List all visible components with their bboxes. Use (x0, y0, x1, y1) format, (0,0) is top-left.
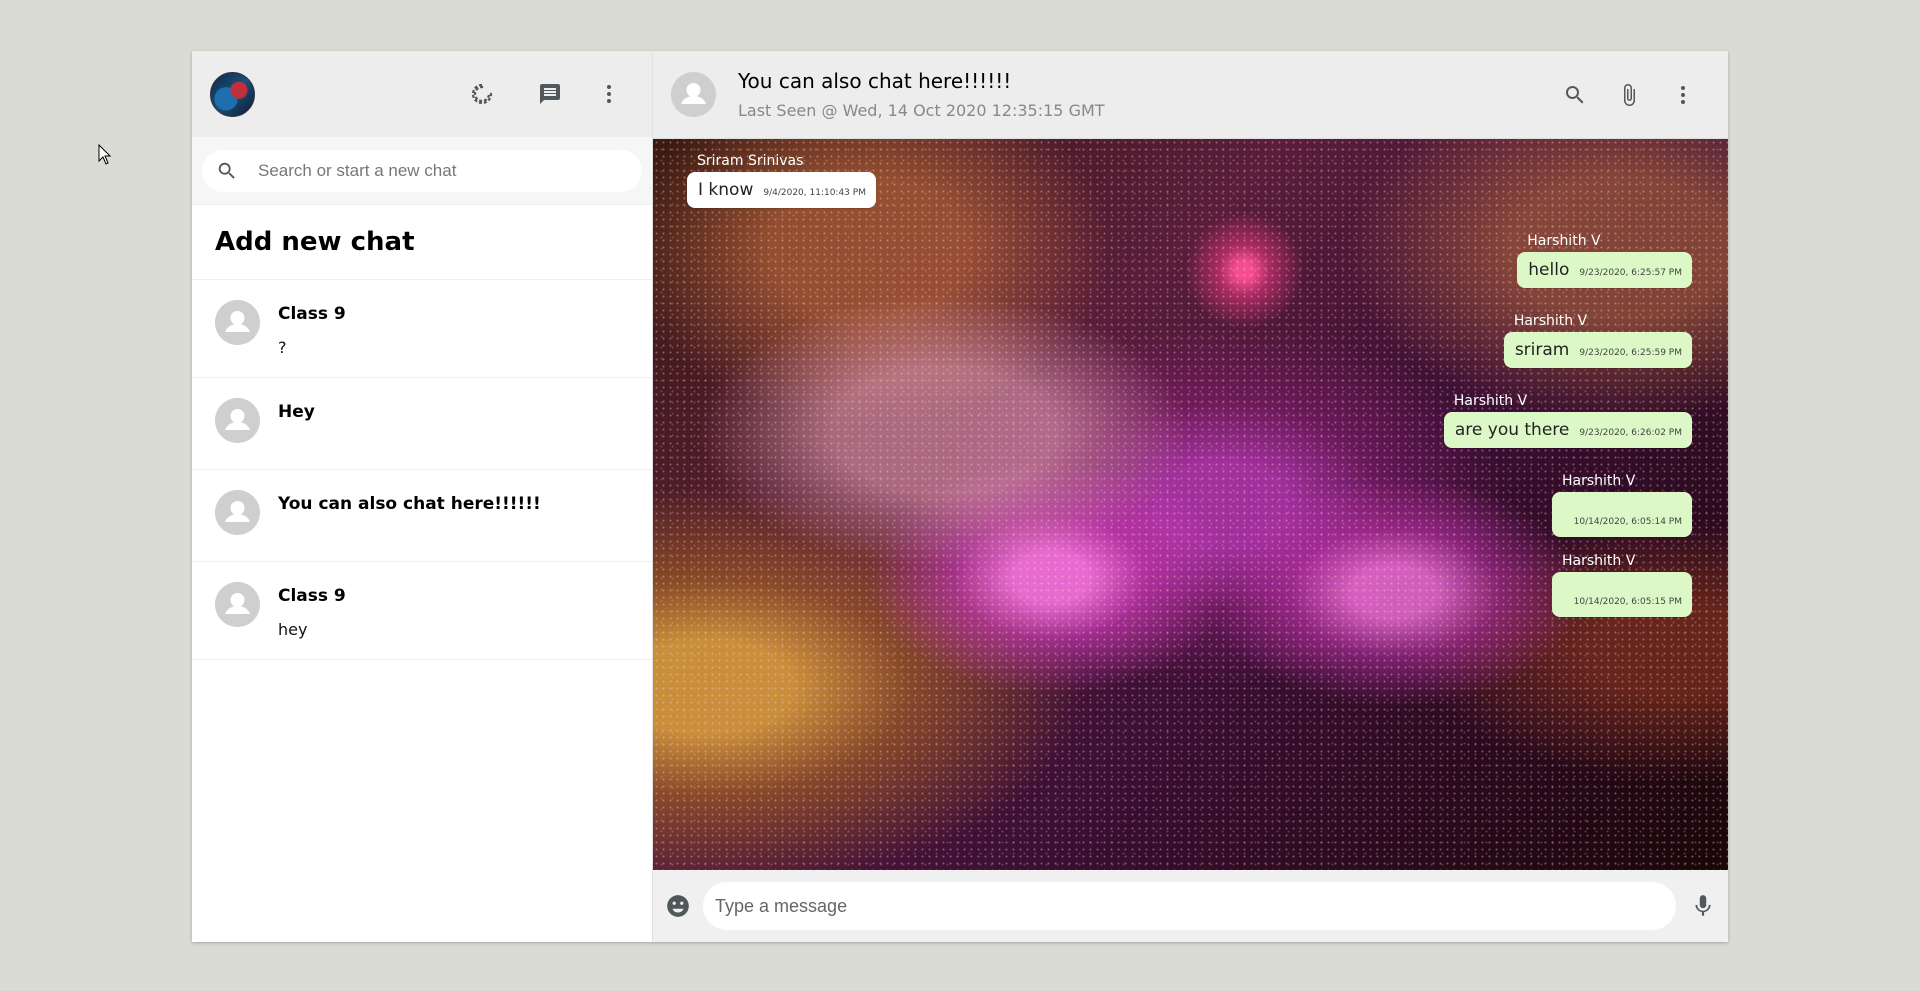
message-text: are you there (1454, 420, 1570, 440)
emoji-button[interactable] (665, 893, 691, 919)
mouse-cursor-icon (98, 144, 112, 165)
sidebar-header (192, 51, 652, 137)
message-time: 9/4/2020, 11:10:43 PM (763, 188, 866, 198)
default-avatar-icon (215, 490, 260, 535)
chat-panel: You can also chat here!!!!!! Last Seen @… (653, 51, 1728, 942)
contact-avatar (215, 300, 260, 345)
contact-avatar (215, 582, 260, 627)
message-time: 10/14/2020, 6:05:15 PM (1573, 597, 1682, 607)
message-sender: Harshith V (1453, 393, 1528, 409)
message-bubble: Sriram Srinivas I know 9/4/2020, 11:10:4… (687, 153, 876, 208)
message-text: I know (698, 180, 754, 200)
attach-icon (1624, 83, 1635, 106)
message-sender: Sriram Srinivas (697, 153, 804, 169)
message-bubble: Harshith V sriram 9/23/2020, 6:25:59 PM (1503, 313, 1692, 368)
message-sender: Harshith V (1513, 313, 1588, 329)
chat-footer (653, 870, 1728, 942)
sidebar-menu-button[interactable] (584, 74, 634, 114)
chat-title: You can also chat here!!!!!! (738, 69, 1012, 93)
message-bubble: Harshith V 10/14/2020, 6:05:14 PM (1552, 473, 1692, 537)
contact-avatar (215, 398, 260, 443)
message-bubble: Harshith V 10/14/2020, 6:05:15 PM (1552, 553, 1692, 617)
message-sender: Harshith V (1527, 233, 1601, 249)
chat-last-message: ? (278, 338, 287, 357)
whatsapp-clone-app: Add new chat Class 9 ? Hey (192, 51, 1728, 942)
chat-avatar[interactable] (671, 72, 716, 117)
message-input[interactable] (703, 882, 1676, 930)
last-seen: Last Seen @ Wed, 14 Oct 2020 12:35:15 GM… (738, 101, 1105, 120)
search-icon (218, 162, 235, 179)
new-chat-button[interactable] (516, 74, 584, 114)
chat-name: Class 9 (278, 304, 346, 324)
chat-name: You can also chat here!!!!!! (278, 494, 541, 514)
chat-list-item[interactable]: Class 9 ? (192, 280, 652, 378)
mic-button[interactable] (1690, 893, 1716, 919)
message-bubble: Harshith V are you there 9/23/2020, 6:26… (1443, 393, 1692, 448)
new-chat-icon (540, 84, 560, 104)
add-new-chat-label: Add new chat (215, 227, 415, 257)
message-text: sriram (1514, 340, 1570, 360)
default-avatar-icon (215, 582, 260, 627)
status-icon (471, 83, 493, 105)
message-sender: Harshith V (1562, 553, 1636, 569)
message-time: 9/23/2020, 6:25:59 PM (1579, 348, 1682, 358)
message-sender: Harshith V (1562, 473, 1636, 489)
search-chat-button[interactable] (1548, 75, 1602, 115)
chat-menu-button[interactable] (1656, 75, 1710, 115)
status-button[interactable] (448, 74, 516, 114)
contact-avatar (215, 490, 260, 535)
chat-list-item[interactable]: Hey (192, 378, 652, 470)
search-bar (192, 137, 652, 205)
chat-name: Class 9 (278, 586, 346, 606)
message-time: 10/14/2020, 6:05:14 PM (1573, 517, 1682, 527)
menu-icon (607, 85, 611, 103)
user-avatar[interactable] (210, 71, 255, 117)
message-time: 9/23/2020, 6:26:02 PM (1579, 428, 1682, 438)
default-avatar-icon (215, 398, 260, 443)
default-avatar-icon (215, 300, 260, 345)
add-new-chat-button[interactable]: Add new chat (192, 205, 652, 280)
emoji-icon (667, 895, 689, 917)
chat-header: You can also chat here!!!!!! Last Seen @… (653, 51, 1728, 139)
message-time: 9/23/2020, 6:25:57 PM (1579, 268, 1682, 278)
chat-list-item[interactable]: You can also chat here!!!!!! (192, 470, 652, 562)
chat-list-item[interactable]: Class 9 hey (192, 562, 652, 660)
search-icon (1566, 85, 1584, 103)
chat-name: Hey (278, 402, 315, 422)
menu-icon (1681, 85, 1685, 104)
message-text: hello (1528, 260, 1570, 280)
sidebar: Add new chat Class 9 ? Hey (192, 51, 653, 942)
search-box (202, 149, 642, 192)
message-list: Sriram Srinivas I know 9/4/2020, 11:10:4… (653, 139, 1728, 870)
message-bubble: Harshith V hello 9/23/2020, 6:25:57 PM (1517, 233, 1692, 288)
chat-background: Sriram Srinivas I know 9/4/2020, 11:10:4… (653, 139, 1728, 870)
mic-icon (1695, 895, 1711, 916)
attach-button[interactable] (1602, 75, 1656, 115)
chat-last-message: hey (278, 620, 308, 639)
default-avatar-icon (671, 72, 716, 117)
chat-list: Add new chat Class 9 ? Hey You can also … (192, 205, 652, 942)
search-input[interactable] (258, 160, 628, 181)
